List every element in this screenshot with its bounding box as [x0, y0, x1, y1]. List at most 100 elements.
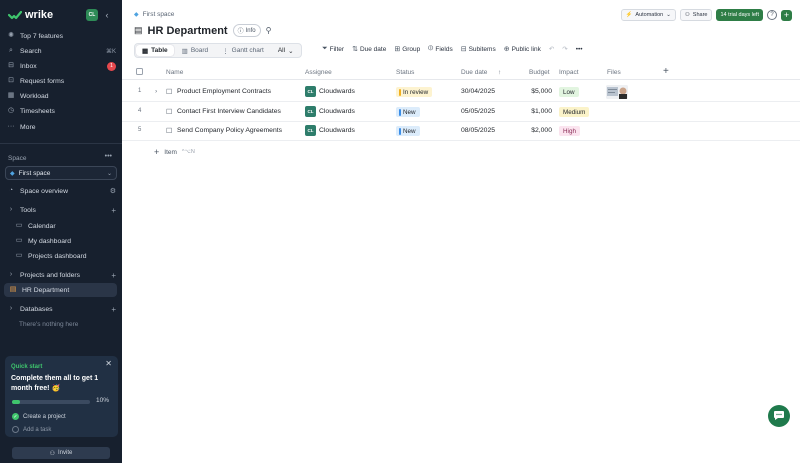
page-title[interactable]: HR Department	[148, 25, 228, 37]
help-icon[interactable]: ?	[767, 10, 777, 20]
tab-table[interactable]: ▦ Table	[136, 45, 174, 56]
column-due-date[interactable]: Due date	[461, 69, 487, 76]
task-name[interactable]: Product Employment Contracts	[177, 88, 271, 95]
undo-button[interactable]: ↶	[549, 45, 554, 53]
public-link-label: Public link	[511, 45, 541, 53]
file-thumbnail[interactable]	[606, 85, 628, 99]
status-label: In review	[403, 88, 429, 96]
add-item-button[interactable]: + Item ^⌥N	[154, 147, 195, 157]
sidebar-item-more[interactable]: ··· More	[6, 120, 116, 134]
invite-button[interactable]: ⚇ Invite	[12, 447, 110, 459]
public-link-button[interactable]: ⊕ Public link	[504, 45, 541, 54]
task-icon: ☐	[166, 109, 173, 116]
sidebar-item-my-dashboard[interactable]: ▭ My dashboard	[14, 234, 116, 248]
share-icon: ⚇	[684, 12, 690, 18]
sidebar-item-calendar[interactable]: ▭ Calendar	[14, 219, 116, 233]
impact-badge[interactable]: High	[559, 126, 580, 136]
tab-gantt-chart[interactable]: ⋮ Gantt chart	[216, 45, 270, 56]
due-date[interactable]: 08/05/2025	[461, 127, 495, 134]
add-tool-icon[interactable]: +	[111, 206, 116, 215]
filter-button[interactable]: ⏷ Filter	[322, 45, 344, 53]
share-button[interactable]: ⚇ Share	[679, 9, 713, 21]
sidebar-section-databases[interactable]: › Databases +	[6, 302, 116, 316]
tab-board[interactable]: ▥ Board	[176, 45, 215, 56]
sidebar-item-space-overview[interactable]: ◔ Space overview ⚙	[6, 184, 116, 198]
fields-icon: ⦶	[428, 45, 434, 52]
info-button[interactable]: ⓘ Info	[232, 24, 261, 37]
table-row[interactable]: 4 ☐ Contact First Interview Candidates C…	[122, 102, 800, 122]
sidebar-section-projects[interactable]: › Projects and folders +	[6, 268, 116, 282]
column-files[interactable]: Files	[607, 69, 621, 76]
redo-button[interactable]: ↷	[562, 45, 567, 53]
add-database-icon[interactable]: +	[111, 305, 116, 314]
more-options-icon[interactable]: •••	[576, 46, 583, 53]
status-badge[interactable]: New	[396, 126, 420, 136]
dashboard-icon: ▭	[15, 252, 23, 259]
table-row[interactable]: 5 ☐ Send Company Policy Agreements CL Cl…	[122, 121, 800, 141]
column-assignee[interactable]: Assignee	[305, 69, 332, 76]
group-button[interactable]: ⊞ Group	[394, 45, 420, 54]
space-options-icon[interactable]: •••	[105, 153, 112, 160]
due-date[interactable]: 30/04/2025	[461, 88, 495, 95]
subitems-icon: ⊟	[460, 46, 467, 53]
assignee-cell[interactable]: CL Cloudwards	[305, 125, 355, 136]
budget-value[interactable]: $1,000	[522, 108, 552, 115]
sidebar-item-search[interactable]: ⌕ Search ⌘K	[6, 44, 116, 58]
breadcrumb-item[interactable]: First space	[143, 11, 175, 18]
automation-button[interactable]: ⚡ Automation ⌄	[620, 9, 676, 21]
column-impact[interactable]: Impact	[559, 69, 579, 76]
select-all-checkbox[interactable]	[136, 68, 143, 75]
sidebar-item-projects-dashboard[interactable]: ▭ Projects dashboard	[14, 249, 116, 263]
pin-icon[interactable]: ⚲	[266, 26, 272, 35]
space-selector[interactable]: ◆ First space ⌄	[5, 166, 117, 180]
sidebar-section-tools[interactable]: › Tools +	[6, 203, 116, 217]
expand-chevron-icon[interactable]: ›	[155, 88, 157, 95]
wrike-logo[interactable]: wrike	[8, 9, 53, 21]
quick-start-task[interactable]: ✓ Create a project	[12, 413, 66, 420]
add-project-icon[interactable]: +	[111, 271, 116, 280]
invite-label: Invite	[58, 450, 73, 456]
collapse-sidebar-icon[interactable]: ‹	[102, 9, 112, 21]
impact-badge[interactable]: Low	[559, 87, 579, 97]
workspace-avatar[interactable]: CL	[86, 9, 98, 21]
status-badge[interactable]: In review	[396, 87, 433, 97]
fields-button[interactable]: ⦶ Fields	[428, 45, 452, 53]
sidebar-item-workload[interactable]: ▦ Workload	[6, 89, 116, 103]
space-icon: ◆	[134, 12, 139, 18]
task-name[interactable]: Contact First Interview Candidates	[177, 108, 281, 115]
column-budget[interactable]: Budget	[529, 69, 550, 76]
sidebar-item-timesheets[interactable]: ◷ Timesheets	[6, 104, 116, 118]
dashboard-icon: ▭	[15, 237, 23, 244]
sidebar-item-inbox[interactable]: ⊟ Inbox 1	[6, 59, 116, 73]
budget-value[interactable]: $2,000	[522, 127, 552, 134]
add-icon[interactable]: +	[781, 9, 792, 21]
add-column-icon[interactable]: +	[663, 66, 669, 77]
column-status[interactable]: Status	[396, 69, 414, 76]
due-date[interactable]: 05/05/2025	[461, 108, 495, 115]
status-badge[interactable]: New	[396, 107, 420, 117]
budget-value[interactable]: $5,000	[522, 88, 552, 95]
table-row[interactable]: 1 › ☐ Product Employment Contracts CL Cl…	[122, 82, 800, 102]
subitems-button[interactable]: ⊟ Subitems	[460, 45, 496, 54]
impact-badge[interactable]: Medium	[559, 107, 590, 117]
avatar: CL	[305, 86, 316, 97]
sort-arrow-up-icon[interactable]: ↑	[498, 69, 501, 76]
gear-icon[interactable]: ⚙	[110, 187, 116, 195]
quick-start-heading: Complete them all to get 1 month free! 🥳	[11, 375, 99, 392]
all-views-dropdown[interactable]: All ⌄	[272, 45, 300, 56]
quick-start-task[interactable]: Add a task	[12, 426, 51, 433]
redo-icon: ↷	[562, 46, 568, 53]
task-name[interactable]: Send Company Policy Agreements	[177, 127, 282, 134]
sidebar-item-request-forms[interactable]: ⊡ Request forms	[6, 74, 116, 88]
breadcrumb[interactable]: ◆ First space	[134, 11, 174, 18]
column-name[interactable]: Name	[166, 69, 183, 76]
assignee-cell[interactable]: CL Cloudwards	[305, 86, 355, 97]
chat-support-button[interactable]	[768, 405, 790, 427]
assignee-cell[interactable]: CL Cloudwards	[305, 106, 355, 117]
sidebar-item-label: Request forms	[20, 77, 65, 85]
close-icon[interactable]: ✕	[105, 359, 112, 368]
sort-due-date-button[interactable]: ⇅ Due date	[352, 45, 386, 54]
trial-badge[interactable]: 14 trial days left	[716, 9, 763, 21]
sidebar-item-hr-department[interactable]: ▤ HR Department	[4, 283, 117, 297]
sidebar-item-top-features[interactable]: ✺ Top 7 features	[6, 29, 116, 43]
